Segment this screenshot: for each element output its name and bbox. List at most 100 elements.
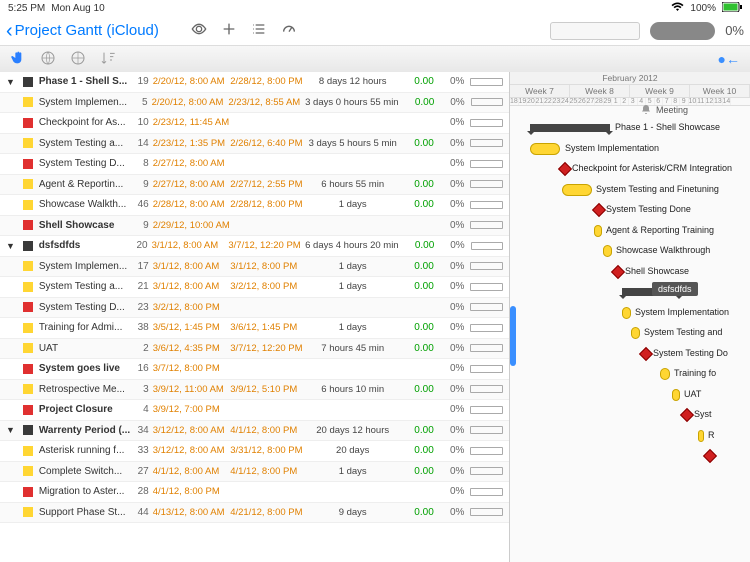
duration: 1 days: [308, 322, 398, 333]
task-row[interactable]: System Implemen...173/1/12, 8:00 AM3/1/1…: [0, 257, 509, 278]
color-swatch: [23, 425, 33, 435]
search-input[interactable]: [550, 22, 640, 40]
hand-icon[interactable]: [10, 50, 26, 69]
back-button[interactable]: ‹ Project Gantt (iCloud): [6, 21, 159, 41]
progress-pill[interactable]: [650, 22, 715, 40]
task-row[interactable]: Shell Showcase92/29/12, 10:00 AM0%: [0, 216, 509, 237]
start-date: 3/9/12, 7:00 PM: [153, 404, 230, 415]
month-label: February 2012: [510, 72, 750, 85]
day-cell: 11: [697, 98, 706, 105]
task-row[interactable]: Migration to Aster...284/1/12, 8:00 PM0%: [0, 482, 509, 503]
start-date: 2/27/12, 8:00 AM: [153, 179, 230, 190]
wifi-icon: [671, 2, 684, 15]
gantt-bar[interactable]: [631, 327, 640, 339]
duration: 6 days 4 hours 20 min: [305, 240, 398, 251]
chevron-left-icon: ‹: [6, 21, 13, 41]
progress-bar: [470, 160, 503, 168]
task-row[interactable]: System Testing D...82/27/12, 8:00 AM0%: [0, 154, 509, 175]
end-date: 2/28/12, 8:00 PM: [230, 199, 307, 210]
gantt-milestone[interactable]: [680, 408, 694, 422]
gantt-bar[interactable]: [530, 143, 560, 155]
task-row[interactable]: System Testing D...233/2/12, 8:00 PM0%: [0, 298, 509, 319]
percent: 0%: [434, 302, 465, 313]
task-row[interactable]: Retrospective Me...33/9/12, 11:00 AM3/9/…: [0, 380, 509, 401]
scroll-indicator[interactable]: [510, 306, 516, 366]
task-row[interactable]: Agent & Reportin...92/27/12, 8:00 AM2/27…: [0, 175, 509, 196]
progress-bar: [470, 508, 503, 516]
task-row[interactable]: ▼dsfsdfds203/1/12, 8:00 AM3/7/12, 12:20 …: [0, 236, 509, 257]
start-date: 3/1/12, 8:00 AM: [153, 281, 230, 292]
task-row[interactable]: Project Closure43/9/12, 7:00 PM0%: [0, 400, 509, 421]
task-row[interactable]: Complete Switch...274/1/12, 8:00 AM4/1/1…: [0, 462, 509, 483]
task-row[interactable]: System Testing a...213/1/12, 8:00 AM3/2/…: [0, 277, 509, 298]
start-date: 2/23/12, 11:45 AM: [153, 117, 230, 128]
gantt-summary-bar[interactable]: [530, 124, 610, 132]
gantt-label: Training fo: [674, 368, 716, 378]
percent: 0%: [434, 507, 465, 518]
collapse-icon[interactable]: ●←: [718, 51, 740, 67]
gantt-milestone[interactable]: [639, 346, 653, 360]
duration: 7 hours 45 min: [308, 343, 398, 354]
task-row[interactable]: System Implemen...52/20/12, 8:00 AM2/23/…: [0, 93, 509, 114]
task-index: 19: [133, 76, 153, 87]
start-date: 2/27/12, 8:00 AM: [153, 158, 230, 169]
task-index: 9: [133, 179, 153, 190]
percent: 0%: [434, 384, 465, 395]
day-cell: 12: [706, 98, 715, 105]
week-cell: Week 8: [570, 85, 630, 97]
week-cell: Week 9: [630, 85, 690, 97]
gantt-bar[interactable]: [672, 389, 680, 401]
progress-bar: [470, 180, 503, 188]
eye-icon[interactable]: [191, 21, 207, 40]
task-row[interactable]: Checkpoint for As...102/23/12, 11:45 AM0…: [0, 113, 509, 134]
gantt-milestone[interactable]: [703, 449, 717, 463]
meeting-indicator: Meeting: [640, 104, 688, 116]
globe1-icon[interactable]: [40, 50, 56, 69]
progress-bar: [470, 201, 503, 209]
globe2-icon[interactable]: [70, 50, 86, 69]
task-row[interactable]: System goes live163/7/12, 8:00 PM0%: [0, 359, 509, 380]
day-cell: 23: [553, 98, 562, 105]
gauge-icon[interactable]: [281, 21, 297, 40]
color-swatch: [23, 323, 33, 333]
plus-icon[interactable]: [221, 21, 237, 40]
gantt-label: Checkpoint for Asterisk/CRM Integration: [572, 163, 732, 173]
gantt-label: System Testing and: [644, 327, 722, 337]
expand-toggle[interactable]: ▼: [6, 425, 17, 435]
task-index: 17: [133, 261, 153, 272]
percent: 0%: [434, 179, 465, 190]
gantt-pane[interactable]: February 2012 Week 7Week 8Week 9Week 10 …: [510, 72, 750, 562]
task-row[interactable]: Training for Admi...383/5/12, 1:45 PM3/6…: [0, 318, 509, 339]
color-swatch: [23, 200, 33, 210]
start-date: 3/12/12, 8:00 AM: [153, 425, 230, 436]
gantt-bar[interactable]: [660, 368, 670, 380]
progress-bar: [470, 447, 503, 455]
gantt-milestone[interactable]: [558, 162, 572, 176]
gantt-milestone[interactable]: [611, 264, 625, 278]
task-row[interactable]: Showcase Walkth...462/28/12, 8:00 AM2/28…: [0, 195, 509, 216]
task-row[interactable]: Asterisk running f...333/12/12, 8:00 AM3…: [0, 441, 509, 462]
task-row[interactable]: Support Phase St...444/13/12, 8:00 AM4/2…: [0, 503, 509, 524]
task-row[interactable]: ▼Warrenty Period (...343/12/12, 8:00 AM4…: [0, 421, 509, 442]
percent: 0%: [434, 343, 465, 354]
sort-icon[interactable]: [100, 50, 116, 69]
task-row[interactable]: ▼Phase 1 - Shell S...192/20/12, 8:00 AM2…: [0, 72, 509, 93]
task-index: 23: [133, 302, 153, 313]
expand-toggle[interactable]: ▼: [6, 77, 17, 87]
task-index: 10: [133, 117, 153, 128]
task-index: 28: [133, 486, 153, 497]
gantt-bar[interactable]: [562, 184, 592, 196]
gantt-bar[interactable]: [594, 225, 602, 237]
gantt-milestone[interactable]: [592, 203, 606, 217]
task-row[interactable]: UAT23/6/12, 4:35 PM3/7/12, 12:20 PM7 hou…: [0, 339, 509, 360]
task-row[interactable]: System Testing a...142/23/12, 1:35 PM2/2…: [0, 134, 509, 155]
progress-bar: [470, 324, 503, 332]
gantt-bar[interactable]: [622, 307, 631, 319]
gantt-bar[interactable]: [603, 245, 612, 257]
cost: 0.00: [399, 97, 435, 108]
expand-toggle[interactable]: ▼: [6, 241, 17, 251]
list-icon[interactable]: [251, 21, 267, 40]
end-date: 2/26/12, 6:40 PM: [230, 138, 307, 149]
cost: 0.00: [398, 343, 434, 354]
gantt-bar[interactable]: [698, 430, 704, 442]
